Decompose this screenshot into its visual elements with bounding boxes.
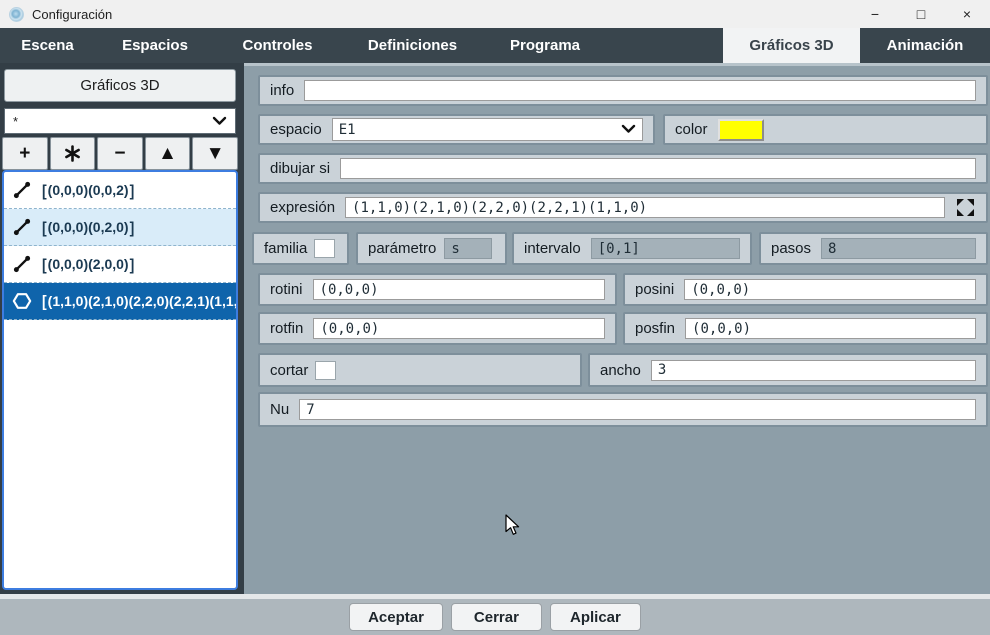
posini-input[interactable] [684,279,976,300]
tab-animaci-n[interactable]: Animación [860,28,990,63]
nu-label: Nu [270,401,289,418]
content-area: Gráficos 3D * +−▲▼ [(0,0,0)(0,0,2)][(0,0… [0,63,990,594]
sidebar: Gráficos 3D * +−▲▼ [(0,0,0)(0,0,2)][(0,0… [0,63,244,594]
field-parametro: parámetro [356,232,507,265]
segment-icon [12,217,32,237]
properties-panel: info espacio E1 color dibujar si [244,63,990,594]
espacio-label: espacio [270,121,322,138]
field-ancho: ancho [588,353,988,387]
field-posfin: posfin [623,312,988,345]
segment-icon [12,254,32,274]
tab-escena[interactable]: Escena [0,28,95,63]
dibujar-si-label: dibujar si [270,160,330,177]
aceptar-button[interactable]: Aceptar [349,603,443,631]
tab-programa[interactable]: Programa [485,28,605,63]
title-bar: Configuración −□× [0,0,990,28]
list-item[interactable]: [(0,0,0)(0,2,0)] [4,209,236,246]
tab-bar: EscenaEspaciosControlesDefinicionesProgr… [0,28,990,63]
maximize-button[interactable]: □ [898,0,944,28]
list-item-label: [(0,0,0)(2,0,0)] [41,256,135,272]
field-nu: Nu [258,392,988,427]
posini-label: posini [635,281,674,298]
filter-dropdown[interactable]: * [4,108,236,134]
segment-icon [12,180,32,200]
field-espacio: espacio E1 [258,114,655,145]
posfin-input[interactable] [685,318,976,339]
espacio-select-value: E1 [339,122,356,138]
chevron-down-icon [621,122,636,138]
rotfin-input[interactable] [313,318,605,339]
field-color: color [663,114,988,145]
remove-button[interactable]: − [97,137,143,170]
list-item[interactable]: [(0,0,0)(2,0,0)] [4,246,236,283]
expresion-label: expresión [270,199,335,216]
field-rotfin: rotfin [258,312,617,345]
filter-dropdown-value: * [13,114,18,129]
footer-bar: Aceptar Cerrar Aplicar [0,599,990,635]
color-swatch[interactable] [718,119,764,141]
list-item-label: [(0,0,0)(0,0,2)] [41,182,135,198]
list-item-label: [(1,1,0)(2,1,0)(2,2,0)(2,2,1)(1,1,0)] [41,293,236,309]
minimize-button[interactable]: − [852,0,898,28]
cortar-checkbox[interactable] [315,361,336,380]
duplicate-button[interactable] [50,137,96,170]
field-expresion: expresión [258,192,988,223]
nu-input[interactable] [299,399,976,420]
rotini-label: rotini [270,281,303,298]
add-button[interactable]: + [2,137,48,170]
info-input[interactable] [304,80,976,101]
intervalo-label: intervalo [524,240,581,257]
posfin-label: posfin [635,320,675,337]
tab-gr-ficos-3d[interactable]: Gráficos 3D [723,28,860,63]
close-button[interactable]: × [944,0,990,28]
expand-icon[interactable] [955,197,976,218]
window-controls: −□× [852,0,990,28]
tab-controles[interactable]: Controles [215,28,340,63]
familia-label: familia [264,240,307,257]
field-dibujar-si: dibujar si [258,153,988,184]
list-item[interactable]: [(1,1,0)(2,1,0)(2,2,0)(2,2,1)(1,1,0)] [4,283,236,320]
pasos-label: pasos [771,240,811,257]
aplicar-button[interactable]: Aplicar [550,603,641,631]
field-pasos: pasos [759,232,988,265]
tab-espacios[interactable]: Espacios [95,28,215,63]
ancho-input[interactable] [651,360,976,381]
chevron-down-icon [212,114,227,129]
parametro-input [444,238,492,259]
sidebar-header: Gráficos 3D [4,69,236,102]
list-item-label: [(0,0,0)(0,2,0)] [41,219,135,235]
field-posini: posini [623,273,988,306]
tab-definiciones[interactable]: Definiciones [340,28,485,63]
expresion-input[interactable] [345,197,945,218]
familia-checkbox[interactable] [314,239,335,258]
color-label: color [675,121,708,138]
intervalo-input [591,238,740,259]
ancho-label: ancho [600,362,641,379]
app-icon [9,7,24,22]
rotini-input[interactable] [313,279,605,300]
list-toolbar: + −▲▼ [2,137,238,170]
field-info: info [258,75,988,106]
graphics-list: [(0,0,0)(0,0,2)] [(0,0,0)(0,2,0)] [(0,0,0)… [2,170,238,590]
parametro-label: parámetro [368,240,436,257]
window-title: Configuración [32,7,112,22]
info-label: info [270,82,294,99]
field-intervalo: intervalo [512,232,752,265]
field-rotini: rotini [258,273,617,306]
configuration-window: Configuración −□× EscenaEspaciosControle… [0,0,990,635]
field-familia: familia [252,232,349,265]
field-cortar: cortar [258,353,582,387]
polygon-icon [12,291,32,311]
cortar-label: cortar [270,362,308,379]
rotfin-label: rotfin [270,320,303,337]
espacio-select[interactable]: E1 [332,118,643,141]
list-item[interactable]: [(0,0,0)(0,0,2)] [4,172,236,209]
move-down-button[interactable]: ▼ [192,137,238,170]
cerrar-button[interactable]: Cerrar [451,603,542,631]
dibujar-si-input[interactable] [340,158,976,179]
pasos-input [821,238,976,259]
move-up-button[interactable]: ▲ [145,137,191,170]
tab-bar-spacer [605,28,723,63]
